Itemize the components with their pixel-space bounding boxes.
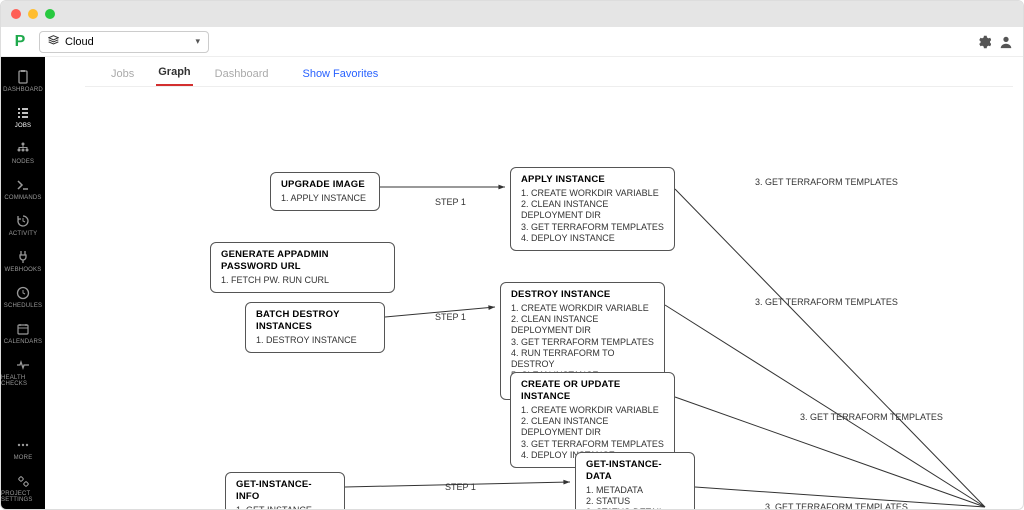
clock-icon [15,285,31,301]
show-favorites-link[interactable]: Show Favorites [300,62,380,86]
node-steps: 1. DESTROY INSTANCE [256,335,374,346]
node-steps: 1. FETCH PW. RUN CURL [221,275,384,286]
maximize-window-button[interactable] [45,9,55,19]
sidebar-item-calendars[interactable]: CALENDARS [1,315,45,351]
node-title: GET-INSTANCE-INFO [236,479,334,503]
graph-node-upgrade[interactable]: UPGRADE IMAGE 1. APPLY INSTANCE [270,172,380,211]
clipboard-icon [15,69,31,85]
view-tabs: Jobs Graph Dashboard Show Favorites [85,57,1013,87]
edge-label: STEP 1 [435,197,466,207]
node-steps: 1. APPLY INSTANCE [281,193,369,204]
sidebar-item-jobs[interactable]: JOBS [1,99,45,135]
terminal-icon [15,177,31,193]
sidebar-item-label: COMMANDS [4,195,41,201]
window-titlebar [1,1,1023,27]
project-selector[interactable]: Cloud ▾ [39,31,209,53]
minimize-window-button[interactable] [28,9,38,19]
node-title: GENERATE APPADMIN PASSWORD URL [221,249,384,273]
node-steps: 1. CREATE WORKDIR VARIABLE2. CLEAN INSTA… [521,188,664,244]
edge-label: STEP 1 [435,312,466,322]
sidebar-item-project-settings[interactable]: PROJECT SETTINGS [1,467,45,509]
sidebar-item-label: DASHBOARD [3,87,43,93]
sidebar-item-label: WEBHOOKS [5,267,42,273]
tab-graph[interactable]: Graph [156,60,192,86]
sidebar-item-label: PROJECT SETTINGS [1,491,45,503]
top-toolbar: P Cloud ▾ [1,27,1023,57]
graph-node-genpw[interactable]: GENERATE APPADMIN PASSWORD URL 1. FETCH P… [210,242,395,293]
graph-node-batchdestroy[interactable]: BATCH DESTROY INSTANCES 1. DESTROY INSTAN… [245,302,385,353]
sidebar-item-dashboard[interactable]: DASHBOARD [1,63,45,99]
tab-jobs[interactable]: Jobs [109,62,136,86]
app-logo: P [11,33,29,51]
edge-label: 3. GET TERRAFORM TEMPLATES [755,177,898,187]
gear-icon[interactable] [977,35,991,49]
dots-icon [15,437,31,453]
node-title: BATCH DESTROY INSTANCES [256,309,374,333]
tab-dashboard[interactable]: Dashboard [213,62,271,86]
edge-label: 3. GET TERRAFORM TEMPLATES [765,502,908,509]
sidebar-item-more[interactable]: MORE [1,431,45,467]
sidebar-item-label: ACTIVITY [9,231,38,237]
sidebar: DASHBOARD JOBS NODES COMMANDS ACTIVITY WEBHOO… [1,57,45,509]
history-icon [15,213,31,229]
cogs-icon [15,473,31,489]
layers-icon [48,35,59,49]
tree-icon [15,141,31,157]
sidebar-item-label: JOBS [15,123,31,129]
user-icon[interactable] [999,35,1013,49]
sidebar-item-label: CALENDARS [4,339,42,345]
project-selector-label: Cloud [65,36,94,48]
list-icon [15,105,31,121]
node-title: UPGRADE IMAGE [281,179,369,191]
sidebar-item-label: NODES [12,159,34,165]
graph-node-getinfo[interactable]: GET-INSTANCE-INFO 1. GET-INSTANCE-DATA [225,472,345,509]
close-window-button[interactable] [11,9,21,19]
graph-canvas[interactable]: UPGRADE IMAGE 1. APPLY INSTANCE GENERATE A… [45,87,1023,509]
graph-node-getdata[interactable]: GET-INSTANCE-DATA1. METADATA2. STATUS3. … [575,452,695,509]
edge-label: 3. GET TERRAFORM TEMPLATES [800,412,943,422]
node-steps: 1. GET-INSTANCE-DATA [236,505,334,509]
sidebar-item-health-checks[interactable]: HEALTH CHECKS [1,351,45,393]
node-title: GET-INSTANCE-DATA [586,459,684,483]
sidebar-item-label: MORE [14,455,33,461]
chevron-down-icon: ▾ [195,36,200,47]
node-steps: 1. METADATA2. STATUS3. STATUS-DETAIL4. D… [586,485,684,509]
node-title: DESTROY INSTANCE [511,289,654,301]
sidebar-item-commands[interactable]: COMMANDS [1,171,45,207]
sidebar-item-webhooks[interactable]: WEBHOOKS [1,243,45,279]
graph-node-apply[interactable]: APPLY INSTANCE 1. CREATE WORKDIR VARIABLE… [510,167,675,251]
main-content: Jobs Graph Dashboard Show Favorites UPGRADE… [45,57,1023,509]
sidebar-item-label: HEALTH CHECKS [1,375,45,387]
heartbeat-icon [15,357,31,373]
sidebar-item-label: SCHEDULES [4,303,42,309]
edge-label: STEP 1 [445,482,476,492]
app-body: DASHBOARD JOBS NODES COMMANDS ACTIVITY WEBHOO… [1,57,1023,509]
sidebar-item-schedules[interactable]: SCHEDULES [1,279,45,315]
plug-icon [15,249,31,265]
app-window: P Cloud ▾ DASHBOARD JOBS NODES COMMANDS ACTI… [0,0,1024,510]
node-title: APPLY INSTANCE [521,174,664,186]
node-title: CREATE OR UPDATE INSTANCE [521,379,664,403]
edge-label: 3. GET TERRAFORM TEMPLATES [755,297,898,307]
sidebar-item-nodes[interactable]: NODES [1,135,45,171]
sidebar-item-activity[interactable]: ACTIVITY [1,207,45,243]
calendar-icon [15,321,31,337]
